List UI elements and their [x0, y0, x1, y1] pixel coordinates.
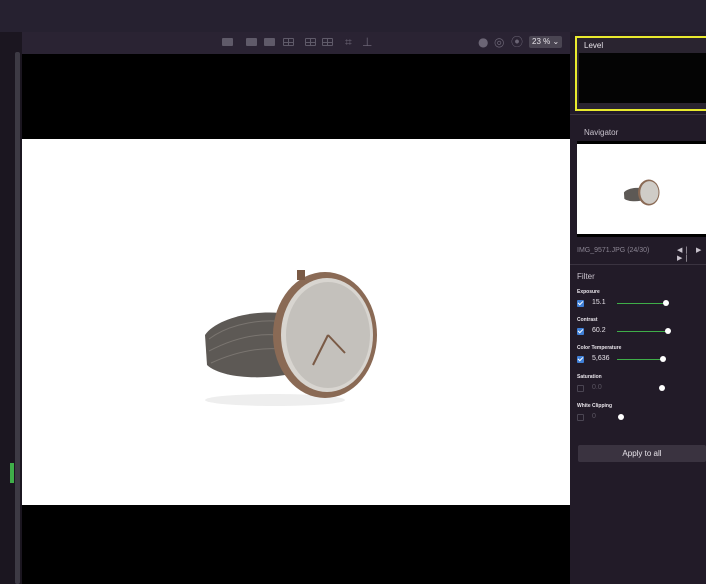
history-icon[interactable]: ◎: [494, 33, 504, 51]
navigator-title: Navigator: [584, 128, 619, 137]
divider: [570, 264, 706, 265]
contrast-checkbox[interactable]: [577, 328, 584, 335]
window-title-bar: [0, 0, 706, 32]
split-view-icon[interactable]: [283, 38, 294, 46]
contrast-slider-track[interactable]: [617, 331, 668, 332]
navigator-watch-thumb: [623, 179, 660, 206]
apply-to-all-button[interactable]: Apply to all: [578, 445, 706, 462]
file-name: IMG_9571.JPG (24/30): [577, 247, 650, 254]
saturation-checkbox[interactable]: [577, 385, 584, 392]
navigation-arrows[interactable]: ◀| ▶ ▶|: [677, 246, 706, 262]
play-icon[interactable]: ⦿: [511, 33, 523, 51]
exposure-label: Exposure: [577, 289, 600, 295]
exposure-slider-track[interactable]: [617, 303, 666, 304]
level-title: Level: [584, 41, 604, 50]
zoom-dropdown[interactable]: 23 % ⌄: [529, 36, 563, 48]
left-scrollbar[interactable]: [15, 52, 20, 584]
white-clipping-label: White Clipping: [577, 403, 612, 409]
stamp-icon[interactable]: ⊥: [362, 33, 372, 51]
active-indicator: [10, 463, 14, 483]
contrast-value: 60.2: [592, 327, 606, 334]
single-view-icon[interactable]: [222, 38, 233, 46]
contrast-slider-handle[interactable]: [664, 328, 671, 334]
grid-large-icon[interactable]: [322, 38, 333, 46]
saturation-slider-handle[interactable]: [658, 385, 665, 391]
saturation-label: Saturation: [577, 374, 602, 380]
watch-photo: [205, 270, 377, 406]
canvas-letterbox-top: [22, 54, 570, 139]
compare-view-icon[interactable]: [246, 38, 257, 46]
record-icon[interactable]: ●: [478, 33, 488, 51]
color-temperature-label: Color Temperature: [577, 345, 622, 351]
contrast-label: Contrast: [577, 317, 598, 323]
white-clipping-checkbox[interactable]: [577, 414, 584, 421]
canvas-letterbox-bottom: [22, 505, 570, 584]
saturation-slider-track[interactable]: [617, 388, 662, 389]
exposure-slider-handle[interactable]: [662, 300, 669, 306]
exposure-checkbox[interactable]: [577, 300, 584, 307]
filter-title: Filter: [577, 272, 595, 281]
white-clipping-value: 0: [592, 413, 596, 420]
color-temperature-value: 5,636: [592, 355, 610, 362]
saturation-value: 0.0: [592, 384, 602, 391]
color-temperature-slider-track[interactable]: [617, 359, 664, 360]
color-temperature-checkbox[interactable]: [577, 356, 584, 363]
side-by-side-icon[interactable]: [264, 38, 275, 46]
exposure-value: 15.1: [592, 299, 606, 306]
level-histogram: [579, 53, 706, 103]
grid-view-icon[interactable]: [305, 38, 316, 46]
crop-icon[interactable]: ⌗: [345, 33, 352, 51]
divider: [570, 114, 706, 115]
